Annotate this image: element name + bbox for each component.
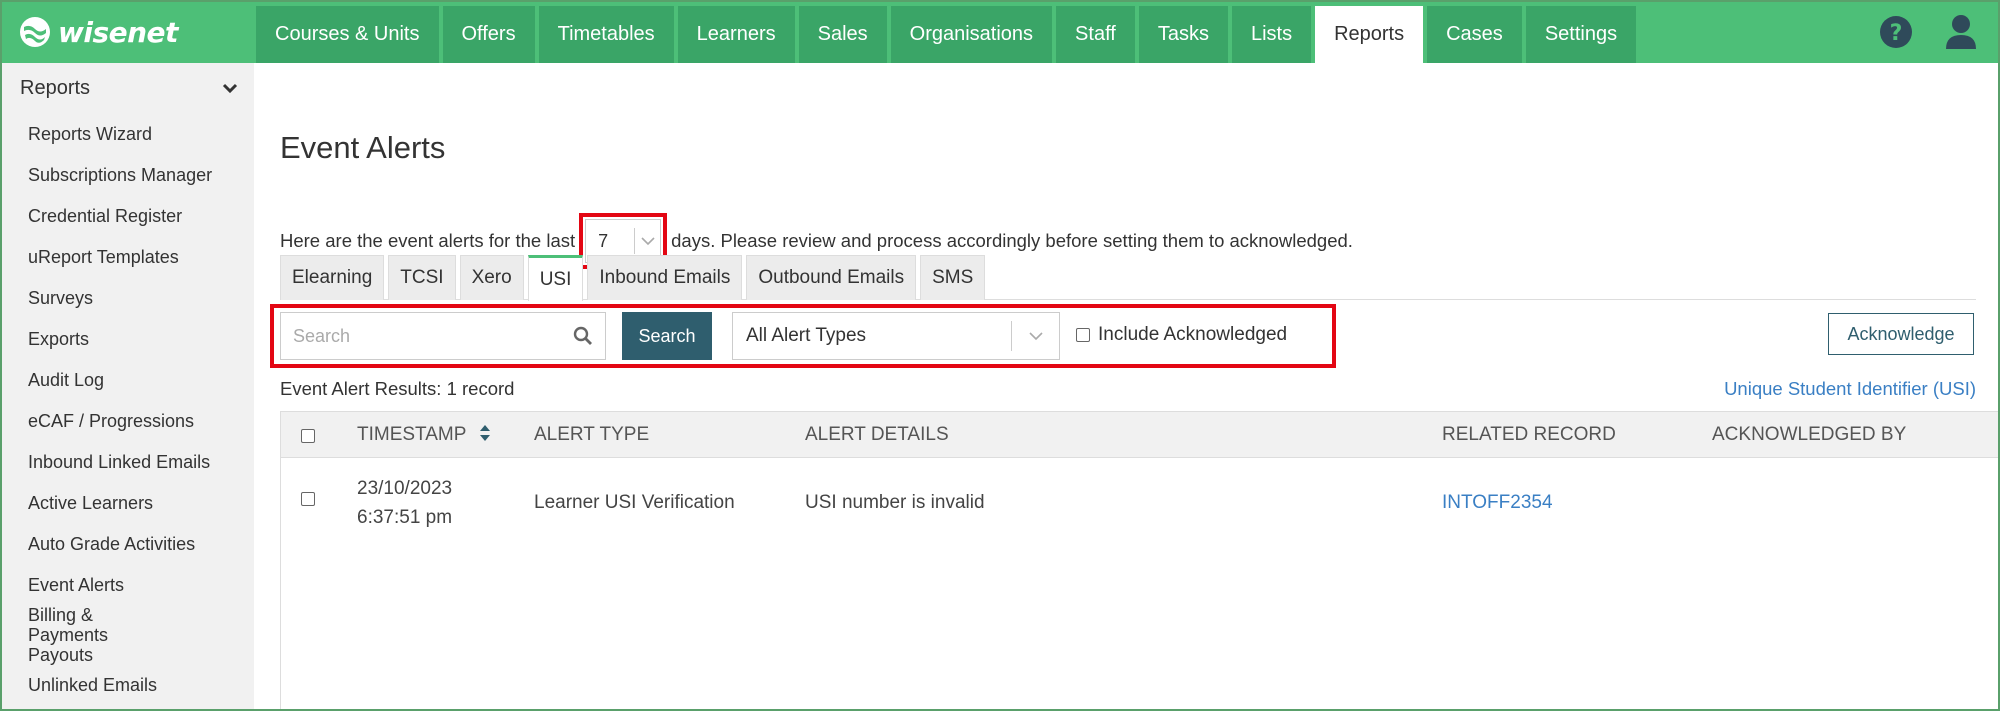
include-acknowledged-checkbox[interactable] <box>1076 328 1090 342</box>
sidebar-item-billing-payments-payouts[interactable]: Billing & Payments Payouts <box>2 605 162 665</box>
usi-help-link[interactable]: Unique Student Identifier (USI) <box>1724 378 1976 400</box>
sidebar: Reports Reports Wizard Subscriptions Man… <box>2 63 254 709</box>
subtab-usi[interactable]: USI <box>527 255 584 301</box>
row-checkbox[interactable] <box>301 492 315 506</box>
intro-text-before: Here are the event alerts for the last <box>280 230 576 251</box>
tab-reports[interactable]: Reports <box>1315 6 1424 63</box>
table-row[interactable]: 23/10/2023 6:37:51 pm Learner USI Verifi… <box>281 458 1998 548</box>
row-alert-details: USI number is invalid <box>805 492 985 513</box>
help-icon[interactable]: ? <box>1878 14 1914 50</box>
page-title: Event Alerts <box>280 130 446 165</box>
column-header-timestamp[interactable]: TIMESTAMP <box>357 424 491 446</box>
tab-settings[interactable]: Settings <box>1525 6 1637 63</box>
subtab-sms[interactable]: SMS <box>920 255 986 300</box>
sidebar-item-subscriptions-manager[interactable]: Subscriptions Manager <box>2 154 254 195</box>
sidebar-title: Reports <box>20 76 91 99</box>
logo-mark-icon <box>20 17 50 47</box>
row-related-record-link[interactable]: INTOFF2354 <box>1442 492 1553 514</box>
sidebar-item-inbound-linked-emails[interactable]: Inbound Linked Emails <box>2 441 254 482</box>
sort-icon[interactable] <box>479 424 491 442</box>
tab-staff[interactable]: Staff <box>1056 6 1135 63</box>
sidebar-item-credential-register[interactable]: Credential Register <box>2 195 254 236</box>
subtab-tcsi[interactable]: TCSI <box>388 255 456 300</box>
search-icon[interactable] <box>573 326 593 346</box>
tab-timetables[interactable]: Timetables <box>538 6 674 63</box>
alert-type-value: All Alert Types <box>746 325 867 346</box>
sidebar-item-event-alerts[interactable]: Event Alerts <box>2 564 254 605</box>
filter-bar-highlight: Search All Alert Types Include Acknowled… <box>270 304 1336 368</box>
tab-organisations[interactable]: Organisations <box>890 6 1053 63</box>
tab-cases[interactable]: Cases <box>1427 6 1522 63</box>
table-header: TIMESTAMP ALERT TYPE ALERT DETAILS RELAT… <box>281 412 1998 458</box>
top-right-icons: ? <box>1878 14 1978 50</box>
tab-sales[interactable]: Sales <box>798 6 887 63</box>
column-header-alert-type[interactable]: ALERT TYPE <box>534 424 649 446</box>
chevron-down-icon[interactable] <box>222 82 238 94</box>
main-nav-tabs: Courses & Units Offers Timetables Learne… <box>256 6 1637 63</box>
user-icon[interactable] <box>1944 14 1978 50</box>
search-button[interactable]: Search <box>622 312 712 360</box>
include-acknowledged-toggle[interactable]: Include Acknowledged <box>1076 324 1287 346</box>
column-header-related-record[interactable]: RELATED RECORD <box>1442 424 1616 446</box>
subtab-inbound-emails[interactable]: Inbound Emails <box>587 255 743 300</box>
event-alerts-table: TIMESTAMP ALERT TYPE ALERT DETAILS RELAT… <box>280 411 1998 709</box>
column-header-timestamp-label: TIMESTAMP <box>357 424 467 445</box>
alert-category-tabs: Elearning TCSI Xero USI Inbound Emails O… <box>280 255 1976 301</box>
app-window: wisenet Courses & Units Offers Timetable… <box>0 0 2000 711</box>
logo-text: wisenet <box>58 15 178 49</box>
sidebar-item-ureport-templates[interactable]: uReport Templates <box>2 236 254 277</box>
chevron-down-icon <box>1028 331 1043 340</box>
search-field <box>280 312 606 360</box>
sidebar-item-ecaf-progressions[interactable]: eCAF / Progressions <box>2 400 254 441</box>
sidebar-item-auto-grade-activities[interactable]: Auto Grade Activities <box>2 523 254 564</box>
tab-tasks[interactable]: Tasks <box>1138 6 1228 63</box>
chevron-down-icon <box>641 236 655 245</box>
sidebar-item-exports[interactable]: Exports <box>2 318 254 359</box>
days-dropdown-toggle[interactable] <box>635 236 660 246</box>
include-acknowledged-label: Include Acknowledged <box>1098 324 1288 345</box>
alert-type-dropdown-toggle[interactable] <box>1012 331 1059 341</box>
tab-learners[interactable]: Learners <box>677 6 795 63</box>
tab-offers[interactable]: Offers <box>442 6 535 63</box>
search-input[interactable] <box>281 325 561 347</box>
wisenet-logo[interactable]: wisenet <box>18 12 178 52</box>
top-nav-bar: wisenet Courses & Units Offers Timetable… <box>2 2 1998 63</box>
column-header-acknowledged-by[interactable]: ACKNOWLEDGED BY <box>1712 424 1906 446</box>
days-select-value: 7 <box>598 230 609 251</box>
subtab-xero[interactable]: Xero <box>459 255 524 300</box>
sidebar-header[interactable]: Reports <box>2 63 254 113</box>
tab-lists[interactable]: Lists <box>1231 6 1312 63</box>
row-timestamp-date: 23/10/2023 <box>357 478 453 499</box>
svg-text:?: ? <box>1890 21 1903 46</box>
select-all-checkbox[interactable] <box>301 429 315 443</box>
sidebar-item-unlinked-emails[interactable]: Unlinked Emails <box>2 665 254 705</box>
sidebar-item-active-learners[interactable]: Active Learners <box>2 482 254 523</box>
subtab-outbound-emails[interactable]: Outbound Emails <box>746 255 917 300</box>
tab-courses-units[interactable]: Courses & Units <box>256 6 439 63</box>
results-count: Event Alert Results: 1 record <box>280 378 515 399</box>
intro-text-after: days. Please review and process accordin… <box>671 230 1353 251</box>
sidebar-item-reports-wizard[interactable]: Reports Wizard <box>2 113 254 154</box>
acknowledge-button[interactable]: Acknowledge <box>1828 313 1974 355</box>
alert-type-select[interactable]: All Alert Types <box>732 312 1060 360</box>
subtab-elearning[interactable]: Elearning <box>280 255 385 300</box>
column-header-alert-details[interactable]: ALERT DETAILS <box>805 424 949 446</box>
main-content: Event Alerts Here are the event alerts f… <box>254 63 1998 709</box>
sidebar-item-surveys[interactable]: Surveys <box>2 277 254 318</box>
row-alert-type: Learner USI Verification <box>534 492 735 513</box>
sidebar-item-audit-log[interactable]: Audit Log <box>2 359 254 400</box>
row-timestamp-time: 6:37:51 pm <box>357 507 453 528</box>
